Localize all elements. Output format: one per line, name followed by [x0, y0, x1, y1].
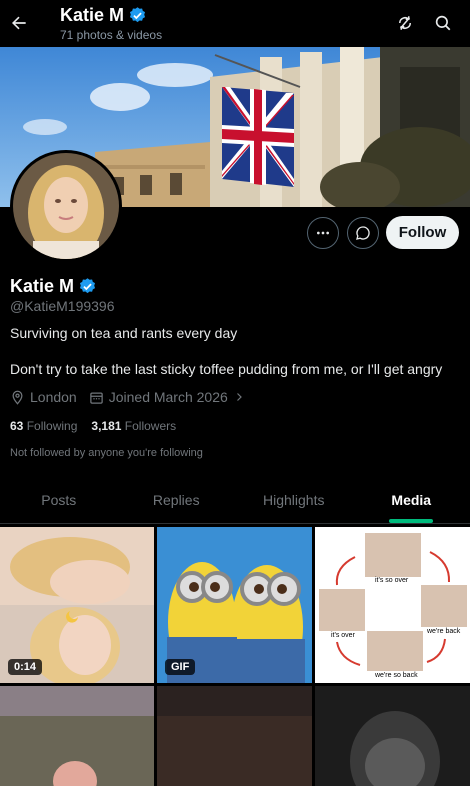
gif-badge: GIF	[165, 659, 196, 675]
profile-avatar[interactable]	[10, 150, 122, 262]
joined-text: Joined March 2026	[108, 389, 228, 405]
message-icon	[356, 226, 370, 240]
refresh-icon	[399, 16, 411, 30]
chevron-right-icon	[236, 393, 242, 401]
not-followed-note: Not followed by anyone you're following	[10, 447, 203, 459]
followers-label: Followers	[124, 419, 177, 433]
media-item[interactable]	[0, 686, 154, 786]
media-item[interactable]: it's so over it's over we're back we're …	[315, 527, 470, 683]
following-label: Following	[26, 419, 78, 433]
meme-label: we're back	[427, 628, 461, 635]
media-item[interactable]: 0:14	[0, 527, 154, 683]
more-icon	[317, 231, 329, 235]
tab-highlights[interactable]: Highlights	[235, 476, 353, 523]
profile-bio-line-2: Don't try to take the last sticky toffee…	[10, 361, 443, 377]
refresh-button[interactable]	[394, 12, 416, 34]
media-thumbnail	[315, 686, 470, 786]
more-button[interactable]	[307, 217, 339, 249]
media-thumbnail	[0, 686, 154, 786]
arrow-left-icon	[12, 16, 26, 30]
video-duration-badge: 0:14	[8, 659, 43, 675]
media-item[interactable]	[157, 686, 312, 786]
profile-handle: @KatieM199396	[10, 298, 115, 314]
tab-posts[interactable]: Posts	[0, 476, 118, 523]
profile-bio-line-1: Surviving on tea and rants every day	[10, 325, 238, 341]
media-thumbnail	[157, 686, 312, 786]
search-icon	[435, 15, 451, 31]
profile-name-row: Katie M	[10, 276, 97, 297]
media-item[interactable]	[315, 686, 470, 786]
joined-item[interactable]: Joined March 2026	[89, 389, 245, 405]
verified-badge-icon	[79, 278, 96, 294]
profile-name: Katie M	[10, 276, 75, 296]
meme-label: it's over	[331, 632, 355, 639]
verified-badge-icon	[129, 7, 146, 23]
location-item: London	[10, 389, 77, 405]
following-link[interactable]: 63 Following	[10, 419, 77, 433]
location-pin-icon	[12, 390, 23, 405]
media-thumbnail	[315, 527, 470, 683]
header-title: Katie M	[60, 5, 125, 25]
location-text: London	[30, 389, 77, 405]
header-subtitle: 71 photos & videos	[60, 28, 163, 42]
profile-meta: London Joined March 2026	[10, 389, 257, 405]
following-count: 63	[10, 419, 24, 433]
meme-label: we're so back	[375, 672, 418, 679]
meme-label: it's so over	[375, 577, 409, 584]
back-button[interactable]	[8, 9, 30, 37]
follow-stats: 63 Following 3,181 Followers	[10, 419, 176, 433]
search-button[interactable]	[432, 12, 454, 34]
message-button[interactable]	[347, 217, 379, 249]
followers-link[interactable]: 3,181 Followers	[91, 419, 176, 433]
avatar-image	[13, 153, 119, 259]
media-item[interactable]: GIF	[157, 527, 312, 683]
tab-media[interactable]: Media	[353, 476, 470, 523]
follow-button[interactable]: Follow	[386, 216, 459, 249]
profile-tabs: Posts Replies Highlights Media	[0, 476, 470, 524]
followers-count: 3,181	[91, 419, 122, 433]
tab-replies[interactable]: Replies	[118, 476, 236, 523]
top-bar: Katie M 71 photos & videos	[0, 0, 470, 47]
calendar-icon	[89, 392, 103, 404]
header-title-block: Katie M 71 photos & videos	[60, 5, 162, 42]
